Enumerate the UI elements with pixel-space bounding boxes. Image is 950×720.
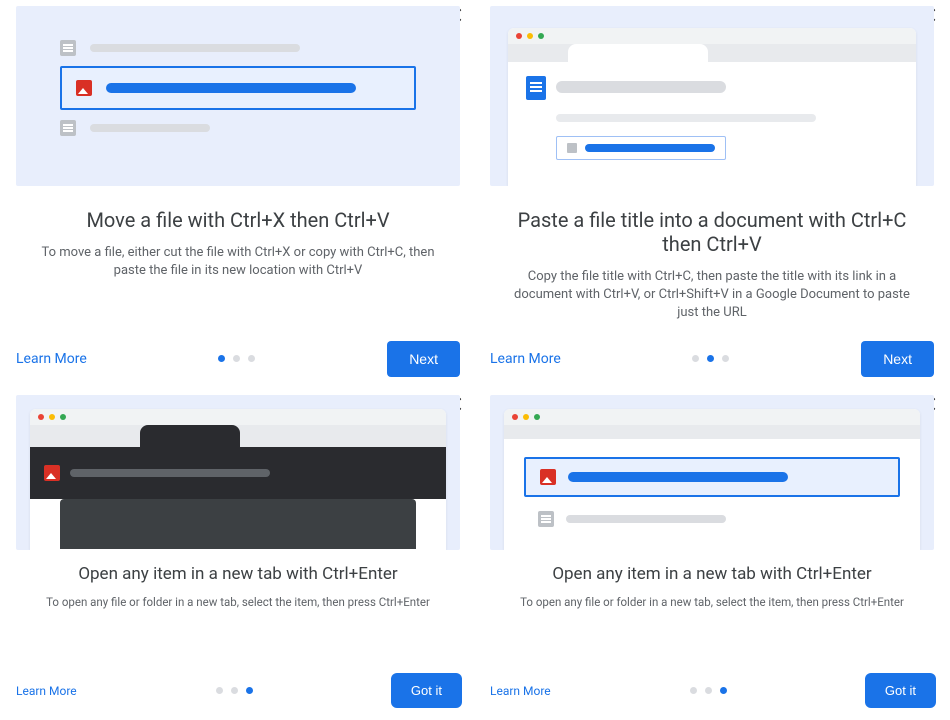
tip-footer: Learn More Next (490, 323, 934, 377)
next-button[interactable]: Next (387, 341, 460, 377)
doc-icon (60, 120, 76, 136)
illustration-move-file (16, 6, 460, 186)
illustration-new-tab-light (490, 395, 934, 550)
learn-more-link[interactable]: Learn More (16, 351, 87, 367)
got-it-button[interactable]: Got it (393, 675, 460, 706)
illustration-paste-title (490, 6, 934, 186)
tip-title: Paste a file title into a document with … (490, 208, 934, 256)
placeholder-line (70, 469, 270, 477)
pagination-dots (690, 687, 727, 694)
illustration-new-tab-dark (16, 395, 460, 550)
tip-description: To open any file or folder in a new tab,… (490, 594, 934, 610)
pagination-dots (218, 355, 255, 362)
tip-title: Move a file with Ctrl+X then Ctrl+V (16, 208, 460, 232)
tip-card-paste-title: ✕ Paste a file title into a document wit… (480, 6, 944, 385)
placeholder-line (556, 114, 816, 122)
doc-icon (60, 40, 76, 56)
pagination-dots (692, 355, 729, 362)
tip-footer: Learn More Got it (16, 657, 460, 706)
placeholder-line (556, 81, 726, 93)
selected-link-box (556, 136, 726, 160)
tip-description: To open any file or folder in a new tab,… (16, 594, 460, 610)
learn-more-link[interactable]: Learn More (490, 684, 551, 698)
placeholder-line (90, 124, 210, 132)
image-icon (540, 469, 556, 485)
selected-line (568, 472, 788, 482)
tip-footer: Learn More Got it (490, 657, 934, 706)
learn-more-link[interactable]: Learn More (16, 684, 77, 698)
tip-card-open-tab-light: ✕ Open any item in a new tab with Ctrl+E… (480, 395, 944, 714)
learn-more-link[interactable]: Learn More (490, 351, 561, 367)
doc-icon (538, 511, 554, 527)
docs-icon (526, 76, 546, 100)
selected-line (106, 83, 356, 93)
next-button[interactable]: Next (861, 341, 934, 377)
placeholder-line (90, 44, 300, 52)
image-icon (76, 80, 92, 96)
placeholder-line (566, 515, 726, 523)
tip-description: To move a file, either cut the file with… (16, 244, 460, 280)
tip-footer: Learn More Next (16, 323, 460, 377)
pagination-dots (216, 687, 253, 694)
tip-title: Open any item in a new tab with Ctrl+Ent… (16, 564, 460, 584)
tip-card-open-tab-dark: ✕ Open any item in a new tab with Ctrl+E… (6, 395, 470, 714)
tip-description: Copy the file title with Ctrl+C, then pa… (490, 268, 934, 323)
tip-title: Open any item in a new tab with Ctrl+Ent… (490, 564, 934, 584)
tip-card-move-file: ✕ Move a file with Ctrl+X then Ctrl+V To… (6, 6, 470, 385)
image-icon (44, 465, 60, 481)
got-it-button[interactable]: Got it (867, 675, 934, 706)
